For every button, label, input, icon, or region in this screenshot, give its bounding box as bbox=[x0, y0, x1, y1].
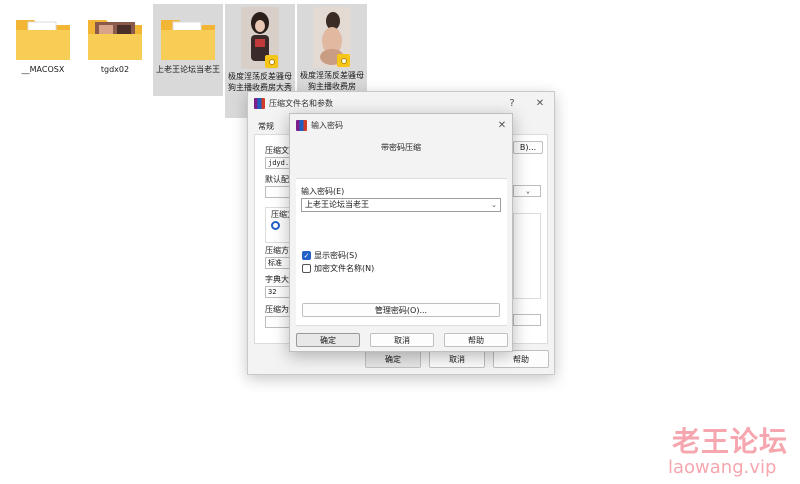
file-item-video-2[interactable]: 极度淫荡反差骚母狗主播收费房 bbox=[297, 4, 367, 92]
chevron-down-icon[interactable]: ⌄ bbox=[491, 199, 497, 211]
folder-icon bbox=[86, 14, 144, 62]
file-label: __MACOSX bbox=[21, 65, 65, 74]
password-dialog: 输入密码 ✕ 带密码压缩 输入密码(E) 上老王论坛当老王 ⌄ ✓ 显示密码(S… bbox=[289, 113, 513, 352]
file-label: tgdx02 bbox=[100, 65, 130, 74]
watermark-en: laowang.vip bbox=[668, 457, 777, 478]
video-thumbnail bbox=[313, 7, 351, 68]
password-value: 上老王论坛当老王 bbox=[305, 200, 369, 209]
file-item-laowang[interactable]: 上老王论坛当老王 bbox=[153, 4, 223, 96]
browse-button[interactable]: B)... bbox=[513, 141, 543, 154]
password-dialog-title: 输入密码 bbox=[311, 120, 343, 130]
file-label: 极度淫荡反差骚母狗主播收费房 bbox=[300, 71, 364, 91]
archive-name-label: 压缩文 bbox=[265, 146, 289, 155]
compress-method-label: 压缩方 bbox=[265, 246, 289, 255]
password-panel: 输入密码(E) 上老王论坛当老王 ⌄ ✓ 显示密码(S) 加密文件名称(N) 管… bbox=[296, 178, 507, 326]
options-groupbox bbox=[513, 213, 541, 299]
split-unit-field[interactable] bbox=[513, 314, 541, 326]
archive-help-button[interactable]: 帮助 bbox=[493, 350, 549, 368]
profile-dropdown[interactable]: ⌄ bbox=[513, 185, 541, 197]
player-icon bbox=[337, 54, 350, 67]
default-profile-label: 默认配 bbox=[265, 175, 289, 184]
show-password-label: 显示密码(S) bbox=[314, 251, 358, 260]
dict-size-label: 字典大 bbox=[265, 275, 289, 284]
encrypt-names-label: 加密文件名称(N) bbox=[314, 264, 375, 273]
password-ok-button[interactable]: 确定 bbox=[296, 333, 360, 347]
close-icon[interactable]: ✕ bbox=[494, 117, 510, 133]
file-label: 上老王论坛当老王 bbox=[156, 65, 220, 74]
chevron-down-icon: ⌄ bbox=[525, 187, 531, 195]
tab-general[interactable]: 常规 bbox=[254, 119, 278, 135]
password-help-button[interactable]: 帮助 bbox=[444, 333, 508, 347]
password-dialog-subtitle: 带密码压缩 bbox=[381, 143, 421, 152]
password-cancel-button[interactable]: 取消 bbox=[370, 333, 434, 347]
split-label: 压缩为 bbox=[265, 305, 289, 314]
archive-cancel-button[interactable]: 取消 bbox=[429, 350, 485, 368]
folder-icon bbox=[14, 14, 72, 62]
winrar-icon bbox=[254, 97, 265, 109]
show-password-checkbox[interactable]: ✓ 显示密码(S) bbox=[302, 250, 357, 261]
checkbox-empty-icon bbox=[302, 264, 311, 273]
close-icon[interactable]: ✕ bbox=[532, 95, 548, 111]
password-label: 输入密码(E) bbox=[301, 187, 345, 196]
video-thumbnail bbox=[241, 7, 279, 69]
archive-ok-button[interactable]: 确定 bbox=[365, 350, 421, 368]
checkbox-checked-icon: ✓ bbox=[302, 251, 311, 260]
file-item-tgdx02[interactable]: tgdx02 bbox=[80, 4, 150, 75]
watermark-cn: 老王论坛 bbox=[672, 425, 789, 458]
password-dialog-titlebar[interactable]: 输入密码 bbox=[290, 114, 512, 136]
password-input[interactable]: 上老王论坛当老王 ⌄ bbox=[301, 198, 501, 212]
manage-passwords-button[interactable]: 管理密码(O)... bbox=[302, 303, 500, 317]
help-icon[interactable]: ? bbox=[504, 95, 520, 111]
player-icon bbox=[265, 55, 278, 68]
archive-dialog-title: 压缩文件名和参数 bbox=[269, 98, 333, 108]
encrypt-names-checkbox[interactable]: 加密文件名称(N) bbox=[302, 263, 374, 274]
file-item-macosx[interactable]: __MACOSX bbox=[8, 4, 78, 75]
folder-icon bbox=[159, 14, 217, 62]
winrar-icon bbox=[296, 119, 307, 131]
